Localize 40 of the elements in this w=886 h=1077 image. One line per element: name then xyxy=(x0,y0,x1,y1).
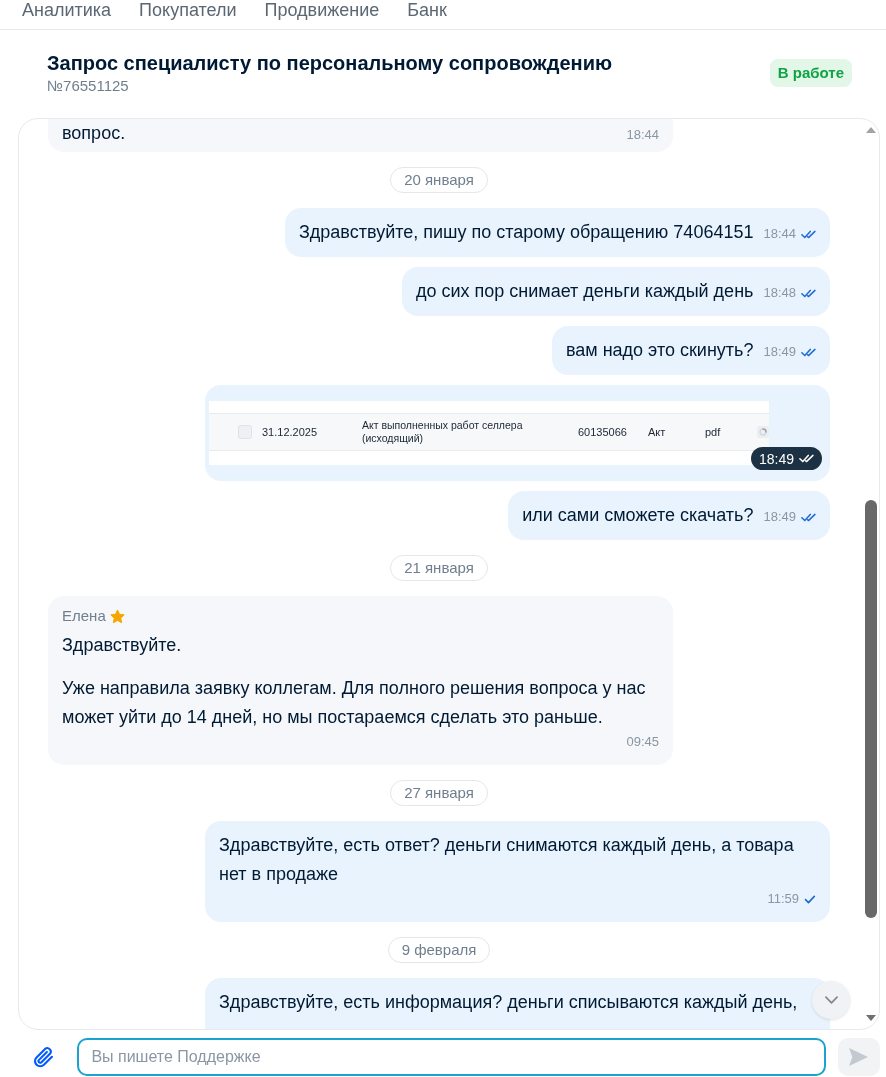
sender-name: Елена xyxy=(62,606,106,626)
date-chip: 20 января xyxy=(390,167,488,193)
status-badge: В работе xyxy=(769,59,852,87)
message-text: Здравствуйте. xyxy=(62,634,183,657)
scroll-down-arrow[interactable] xyxy=(865,1015,876,1021)
table-cell-text: 31.12.2025 xyxy=(262,425,319,439)
table-cell-text: 60135066 xyxy=(578,425,628,439)
message-text: вам надо это скинуть? xyxy=(565,339,754,362)
table-cell-text: Акт xyxy=(648,425,667,439)
message-time: 11:59 xyxy=(767,890,799,908)
paperclip-icon[interactable] xyxy=(34,1046,54,1068)
message-time: 18:44 xyxy=(763,225,796,243)
table-cell-text: Акт выполненных работ селлера (исходящий) xyxy=(362,419,524,445)
table-cell-text: pdf xyxy=(705,425,722,439)
message-input[interactable]: Вы пишете Поддержке xyxy=(77,1038,826,1076)
nav-tab[interactable]: Продвижение xyxy=(264,0,380,21)
message-time: 18:49 xyxy=(763,343,796,361)
nav-tab[interactable]: Покупатели xyxy=(139,0,237,21)
send-icon xyxy=(849,1048,869,1066)
message-text: Здравствуйте, есть информация? деньги списываются каждый день, xyxy=(219,991,798,1014)
message-text: Здравствуйте, есть ответ? деньги снимаются каждый день, а товара нет в продаже xyxy=(219,834,795,886)
message-time: 18:44 xyxy=(626,126,659,144)
message-text: Уже направила заявку коллегам. Для полного решения вопроса у нас может уйти до 14 дней, но мы постараемся сделать это раньше. xyxy=(62,677,647,729)
nav-tab[interactable]: Аналитика xyxy=(22,0,112,21)
chevron-down-icon xyxy=(824,996,838,1004)
message-time: 18:49 xyxy=(763,508,796,526)
message-text: до сих пор снимает деньги каждый день xyxy=(415,280,754,303)
message-time: 18:49 xyxy=(758,449,794,468)
message-text: вопрос. xyxy=(62,122,126,145)
date-chip: 27 января xyxy=(390,780,488,806)
request-number: №76551125 xyxy=(47,76,130,96)
message-text: или сами сможете скачать? xyxy=(522,504,754,527)
message-time: 09:45 xyxy=(626,733,659,751)
date-chip: 21 января xyxy=(390,555,488,581)
message-time: 18:48 xyxy=(763,284,796,302)
request-title: Запрос специалисту по персональному сопровождению xyxy=(47,51,613,76)
scrollbar-thumb[interactable] xyxy=(864,500,877,918)
nav-tab[interactable]: Банк xyxy=(407,0,447,21)
message-text: Здравствуйте, пишу по старому обращению 74064151 xyxy=(298,221,754,244)
date-chip: 9 февраля xyxy=(387,937,491,963)
